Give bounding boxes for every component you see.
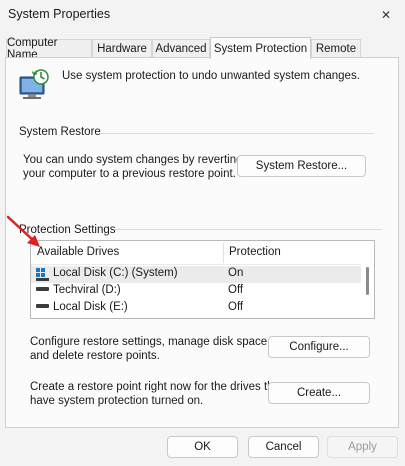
list-scrollbar[interactable] bbox=[363, 267, 372, 315]
tab-hardware[interactable]: Hardware bbox=[92, 39, 152, 58]
title-bar: System Properties ✕ bbox=[0, 0, 405, 32]
configure-button[interactable]: Configure... bbox=[268, 336, 370, 358]
cancel-button[interactable]: Cancel bbox=[248, 436, 319, 458]
drive-protection-status: Off bbox=[228, 284, 244, 296]
group-divider bbox=[114, 229, 382, 230]
window-title: System Properties bbox=[8, 7, 111, 21]
apply-button[interactable]: Apply bbox=[327, 436, 398, 458]
drive-row-c[interactable]: Local Disk (C:) (System) On bbox=[31, 266, 361, 283]
button-label: Configure... bbox=[289, 341, 349, 353]
column-header-protection[interactable]: Protection bbox=[229, 246, 281, 258]
annotation-arrow bbox=[6, 215, 40, 247]
system-restore-description-2: your computer to a previous restore poin… bbox=[23, 168, 236, 180]
create-description-2: have system protection turned on. bbox=[30, 395, 204, 407]
tab-remote[interactable]: Remote bbox=[311, 39, 361, 58]
system-restore-description: You can undo system changes by reverting bbox=[23, 154, 243, 166]
column-divider[interactable] bbox=[223, 243, 224, 263]
drive-name: Local Disk (C:) (System) bbox=[53, 267, 178, 279]
ok-button[interactable]: OK bbox=[167, 436, 238, 458]
computer-shield-icon bbox=[16, 68, 52, 102]
scrollbar-thumb[interactable] bbox=[366, 267, 369, 295]
close-icon: ✕ bbox=[380, 8, 392, 22]
button-label: OK bbox=[194, 441, 211, 453]
tab-label: Remote bbox=[315, 43, 357, 55]
system-restore-group-label: System Restore bbox=[19, 126, 101, 138]
drive-name: Local Disk (E:) bbox=[53, 301, 128, 313]
configure-description: Configure restore settings, manage disk … bbox=[30, 336, 271, 348]
column-header-available-drives[interactable]: Available Drives bbox=[37, 246, 119, 258]
drives-list[interactable]: Available Drives Protection Local Disk (… bbox=[30, 240, 375, 319]
drive-icon bbox=[36, 304, 49, 308]
close-button[interactable]: ✕ bbox=[375, 5, 397, 25]
windows-drive-icon bbox=[36, 268, 50, 284]
button-label: Create... bbox=[296, 387, 342, 399]
tab-advanced[interactable]: Advanced bbox=[152, 39, 210, 58]
create-description: Create a restore point right now for the… bbox=[30, 381, 284, 393]
tab-label: Advanced bbox=[155, 43, 207, 55]
button-label: System Restore... bbox=[255, 160, 348, 172]
drive-protection-status: Off bbox=[228, 301, 244, 313]
intro-text: Use system protection to undo unwanted s… bbox=[62, 70, 360, 82]
drive-protection-status: On bbox=[228, 267, 244, 279]
group-divider bbox=[100, 133, 374, 134]
tab-label: System Protection bbox=[213, 42, 308, 55]
create-button[interactable]: Create... bbox=[268, 382, 370, 404]
system-restore-button[interactable]: System Restore... bbox=[237, 155, 366, 177]
list-header: Available Drives Protection bbox=[31, 241, 361, 265]
tab-computer-name[interactable]: Computer Name bbox=[6, 37, 92, 61]
tab-label: Hardware bbox=[97, 43, 147, 55]
tab-panel: Use system protection to undo unwanted s… bbox=[5, 57, 399, 428]
button-label: Apply bbox=[348, 441, 377, 453]
drive-row-e[interactable]: Local Disk (E:) Off bbox=[31, 300, 361, 317]
drive-row-d[interactable]: Techviral (D:) Off bbox=[31, 283, 361, 300]
drive-icon bbox=[36, 287, 49, 291]
button-label: Cancel bbox=[265, 441, 302, 453]
tab-system-protection[interactable]: System Protection bbox=[210, 37, 311, 59]
drive-name: Techviral (D:) bbox=[53, 284, 121, 296]
configure-description-2: and delete restore points. bbox=[30, 350, 160, 362]
